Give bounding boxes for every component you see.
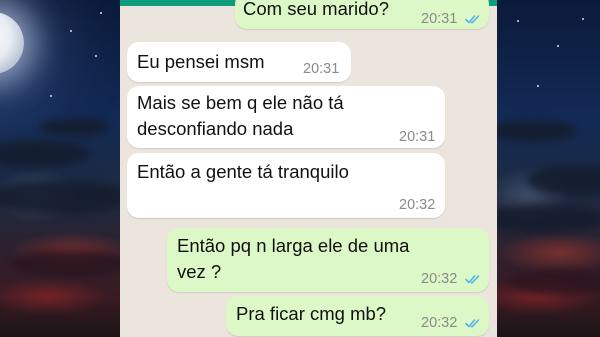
message-time: 20:31 <box>303 61 340 77</box>
message-bubble-incoming[interactable]: Mais se bem q ele não tá desconfiando na… <box>127 86 445 148</box>
message-bubble-outgoing[interactable]: Pra ficar cmg mb? 20:32 <box>226 296 489 336</box>
message-time: 20:32 <box>421 315 458 331</box>
background-left-sky <box>0 0 120 337</box>
message-time: 20:31 <box>399 129 436 145</box>
message-text: Eu pensei msm <box>137 51 265 72</box>
double-check-icon <box>465 319 480 328</box>
double-check-icon <box>465 275 480 284</box>
message-text: Mais se bem q ele não tá desconfiando na… <box>137 92 344 139</box>
message-time: 20:32 <box>399 197 436 213</box>
message-text: Então pq n larga ele de uma vez ? <box>177 235 410 282</box>
message-text: Então a gente tá tranquilo <box>137 161 349 182</box>
double-check-icon <box>465 15 480 24</box>
message-bubble-incoming[interactable]: Então a gente tá tranquilo 20:32 <box>127 153 445 218</box>
message-bubble-incoming[interactable]: Eu pensei msm 20:31 <box>127 42 351 82</box>
message-bubble-outgoing[interactable]: Então pq n larga ele de uma vez ? 20:32 <box>167 228 489 292</box>
message-time: 20:31 <box>421 11 458 27</box>
message-bubble-outgoing[interactable]: Com seu marido? 20:31 <box>235 0 489 29</box>
background-right-sky <box>497 0 600 337</box>
message-text: Com seu marido? <box>243 0 390 19</box>
chat-conversation: Com seu marido? 20:31 Eu pensei msm 20:3… <box>120 0 497 337</box>
message-time: 20:32 <box>421 271 458 287</box>
message-text: Pra ficar cmg mb? <box>236 303 387 324</box>
